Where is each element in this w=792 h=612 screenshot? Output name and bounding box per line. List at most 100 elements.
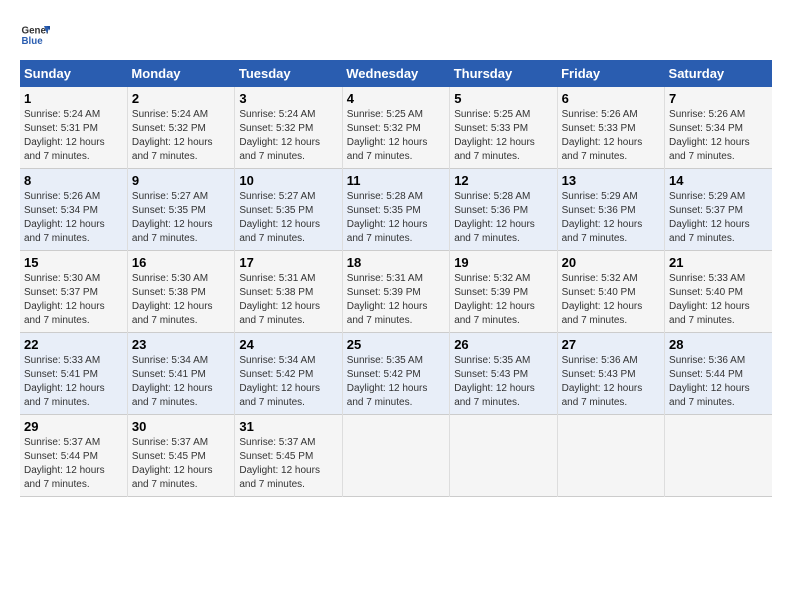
day-number: 16 [132,255,230,270]
day-detail: Sunrise: 5:26 AM Sunset: 5:34 PM Dayligh… [24,190,123,246]
calendar-table: SundayMondayTuesdayWednesdayThursdayFrid… [20,60,772,497]
day-detail: Sunrise: 5:28 AM Sunset: 5:36 PM Dayligh… [454,190,552,246]
calendar-cell: 12 Sunrise: 5:28 AM Sunset: 5:36 PM Dayl… [450,169,557,251]
calendar-cell: 28 Sunrise: 5:36 AM Sunset: 5:44 PM Dayl… [665,333,772,415]
calendar-cell [665,415,772,497]
calendar-cell: 7 Sunrise: 5:26 AM Sunset: 5:34 PM Dayli… [665,87,772,169]
day-detail: Sunrise: 5:37 AM Sunset: 5:45 PM Dayligh… [239,436,337,492]
calendar-cell: 18 Sunrise: 5:31 AM Sunset: 5:39 PM Dayl… [342,251,449,333]
day-number: 20 [562,255,660,270]
calendar-week-row: 22 Sunrise: 5:33 AM Sunset: 5:41 PM Dayl… [20,333,772,415]
day-detail: Sunrise: 5:35 AM Sunset: 5:43 PM Dayligh… [454,354,552,410]
calendar-cell: 27 Sunrise: 5:36 AM Sunset: 5:43 PM Dayl… [557,333,664,415]
day-number: 29 [24,419,123,434]
day-detail: Sunrise: 5:30 AM Sunset: 5:37 PM Dayligh… [24,272,123,328]
weekday-header-saturday: Saturday [665,60,772,87]
day-detail: Sunrise: 5:29 AM Sunset: 5:36 PM Dayligh… [562,190,660,246]
day-detail: Sunrise: 5:25 AM Sunset: 5:32 PM Dayligh… [347,108,445,164]
day-detail: Sunrise: 5:32 AM Sunset: 5:39 PM Dayligh… [454,272,552,328]
calendar-cell: 6 Sunrise: 5:26 AM Sunset: 5:33 PM Dayli… [557,87,664,169]
day-detail: Sunrise: 5:26 AM Sunset: 5:33 PM Dayligh… [562,108,660,164]
calendar-cell: 22 Sunrise: 5:33 AM Sunset: 5:41 PM Dayl… [20,333,127,415]
svg-text:Blue: Blue [22,36,44,47]
calendar-cell: 2 Sunrise: 5:24 AM Sunset: 5:32 PM Dayli… [127,87,234,169]
calendar-cell: 10 Sunrise: 5:27 AM Sunset: 5:35 PM Dayl… [235,169,342,251]
calendar-cell: 8 Sunrise: 5:26 AM Sunset: 5:34 PM Dayli… [20,169,127,251]
day-detail: Sunrise: 5:33 AM Sunset: 5:41 PM Dayligh… [24,354,123,410]
day-number: 9 [132,173,230,188]
calendar-cell: 1 Sunrise: 5:24 AM Sunset: 5:31 PM Dayli… [20,87,127,169]
day-number: 14 [669,173,768,188]
calendar-header-row: SundayMondayTuesdayWednesdayThursdayFrid… [20,60,772,87]
page-header: General Blue [20,20,772,50]
calendar-cell [557,415,664,497]
day-detail: Sunrise: 5:37 AM Sunset: 5:45 PM Dayligh… [132,436,230,492]
calendar-cell: 31 Sunrise: 5:37 AM Sunset: 5:45 PM Dayl… [235,415,342,497]
calendar-cell: 26 Sunrise: 5:35 AM Sunset: 5:43 PM Dayl… [450,333,557,415]
day-number: 24 [239,337,337,352]
calendar-cell: 13 Sunrise: 5:29 AM Sunset: 5:36 PM Dayl… [557,169,664,251]
weekday-header-thursday: Thursday [450,60,557,87]
calendar-cell: 14 Sunrise: 5:29 AM Sunset: 5:37 PM Dayl… [665,169,772,251]
logo-icon: General Blue [20,20,50,50]
day-number: 2 [132,91,230,106]
calendar-cell: 21 Sunrise: 5:33 AM Sunset: 5:40 PM Dayl… [665,251,772,333]
calendar-week-row: 29 Sunrise: 5:37 AM Sunset: 5:44 PM Dayl… [20,415,772,497]
day-number: 15 [24,255,123,270]
calendar-cell: 24 Sunrise: 5:34 AM Sunset: 5:42 PM Dayl… [235,333,342,415]
day-detail: Sunrise: 5:37 AM Sunset: 5:44 PM Dayligh… [24,436,123,492]
day-number: 13 [562,173,660,188]
calendar-cell: 20 Sunrise: 5:32 AM Sunset: 5:40 PM Dayl… [557,251,664,333]
calendar-week-row: 15 Sunrise: 5:30 AM Sunset: 5:37 PM Dayl… [20,251,772,333]
day-detail: Sunrise: 5:25 AM Sunset: 5:33 PM Dayligh… [454,108,552,164]
day-detail: Sunrise: 5:36 AM Sunset: 5:43 PM Dayligh… [562,354,660,410]
day-detail: Sunrise: 5:24 AM Sunset: 5:32 PM Dayligh… [132,108,230,164]
day-number: 5 [454,91,552,106]
day-detail: Sunrise: 5:34 AM Sunset: 5:42 PM Dayligh… [239,354,337,410]
day-detail: Sunrise: 5:31 AM Sunset: 5:38 PM Dayligh… [239,272,337,328]
calendar-cell: 11 Sunrise: 5:28 AM Sunset: 5:35 PM Dayl… [342,169,449,251]
weekday-header-sunday: Sunday [20,60,127,87]
calendar-cell [342,415,449,497]
calendar-cell [450,415,557,497]
day-detail: Sunrise: 5:30 AM Sunset: 5:38 PM Dayligh… [132,272,230,328]
calendar-cell: 4 Sunrise: 5:25 AM Sunset: 5:32 PM Dayli… [342,87,449,169]
day-number: 17 [239,255,337,270]
calendar-cell: 3 Sunrise: 5:24 AM Sunset: 5:32 PM Dayli… [235,87,342,169]
calendar-cell: 5 Sunrise: 5:25 AM Sunset: 5:33 PM Dayli… [450,87,557,169]
day-detail: Sunrise: 5:27 AM Sunset: 5:35 PM Dayligh… [239,190,337,246]
day-number: 31 [239,419,337,434]
day-detail: Sunrise: 5:26 AM Sunset: 5:34 PM Dayligh… [669,108,768,164]
calendar-week-row: 8 Sunrise: 5:26 AM Sunset: 5:34 PM Dayli… [20,169,772,251]
day-detail: Sunrise: 5:27 AM Sunset: 5:35 PM Dayligh… [132,190,230,246]
calendar-week-row: 1 Sunrise: 5:24 AM Sunset: 5:31 PM Dayli… [20,87,772,169]
day-number: 27 [562,337,660,352]
calendar-cell: 17 Sunrise: 5:31 AM Sunset: 5:38 PM Dayl… [235,251,342,333]
day-detail: Sunrise: 5:28 AM Sunset: 5:35 PM Dayligh… [347,190,445,246]
day-detail: Sunrise: 5:35 AM Sunset: 5:42 PM Dayligh… [347,354,445,410]
day-number: 8 [24,173,123,188]
weekday-header-friday: Friday [557,60,664,87]
day-detail: Sunrise: 5:24 AM Sunset: 5:31 PM Dayligh… [24,108,123,164]
calendar-cell: 19 Sunrise: 5:32 AM Sunset: 5:39 PM Dayl… [450,251,557,333]
calendar-cell: 29 Sunrise: 5:37 AM Sunset: 5:44 PM Dayl… [20,415,127,497]
day-number: 6 [562,91,660,106]
day-number: 4 [347,91,445,106]
weekday-header-tuesday: Tuesday [235,60,342,87]
logo: General Blue [20,20,50,50]
weekday-header-monday: Monday [127,60,234,87]
day-detail: Sunrise: 5:32 AM Sunset: 5:40 PM Dayligh… [562,272,660,328]
day-number: 7 [669,91,768,106]
day-number: 18 [347,255,445,270]
day-detail: Sunrise: 5:34 AM Sunset: 5:41 PM Dayligh… [132,354,230,410]
calendar-cell: 15 Sunrise: 5:30 AM Sunset: 5:37 PM Dayl… [20,251,127,333]
day-detail: Sunrise: 5:29 AM Sunset: 5:37 PM Dayligh… [669,190,768,246]
weekday-header-wednesday: Wednesday [342,60,449,87]
calendar-cell: 30 Sunrise: 5:37 AM Sunset: 5:45 PM Dayl… [127,415,234,497]
day-number: 26 [454,337,552,352]
day-number: 11 [347,173,445,188]
day-number: 22 [24,337,123,352]
day-number: 21 [669,255,768,270]
day-detail: Sunrise: 5:24 AM Sunset: 5:32 PM Dayligh… [239,108,337,164]
day-number: 30 [132,419,230,434]
